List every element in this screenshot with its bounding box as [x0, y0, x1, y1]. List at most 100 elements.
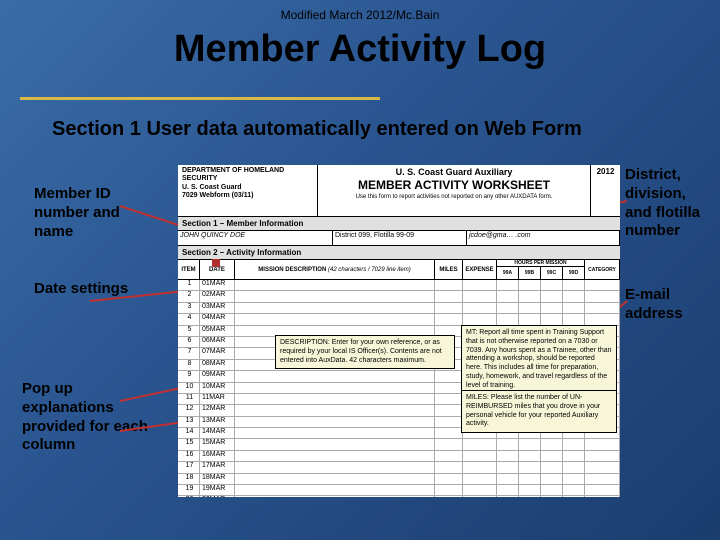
cell-miles[interactable] [435, 291, 463, 301]
cell-desc[interactable] [235, 417, 435, 427]
cell-miles[interactable] [435, 394, 463, 404]
district-flotilla-field[interactable]: District 099, Flotilla 99-09 [333, 231, 467, 245]
cell-miles[interactable] [435, 280, 463, 290]
cell-99a[interactable] [497, 474, 519, 484]
cell-99c[interactable] [541, 462, 563, 472]
cell-category[interactable] [585, 280, 620, 290]
table-row[interactable]: 2020MAR [178, 496, 620, 497]
cell-99b[interactable] [519, 439, 541, 449]
cell-99a[interactable] [497, 462, 519, 472]
cell-desc[interactable] [235, 428, 435, 438]
cell-category[interactable] [585, 485, 620, 495]
cell-99b[interactable] [519, 280, 541, 290]
cell-miles[interactable] [435, 383, 463, 393]
cell-category[interactable] [585, 291, 620, 301]
cell-date[interactable]: 07MAR [200, 348, 235, 358]
cell-expense[interactable] [463, 439, 497, 449]
cell-date[interactable]: 09MAR [200, 371, 235, 381]
cell-date[interactable]: 14MAR [200, 428, 235, 438]
year-field[interactable]: 2012 [590, 165, 620, 216]
popup-icon[interactable] [212, 259, 220, 267]
cell-99d[interactable] [563, 291, 585, 301]
cell-miles[interactable] [435, 314, 463, 324]
cell-99a[interactable] [497, 280, 519, 290]
table-row[interactable]: 303MAR [178, 303, 620, 314]
cell-date[interactable]: 19MAR [200, 485, 235, 495]
cell-expense[interactable] [463, 280, 497, 290]
cell-99d[interactable] [563, 439, 585, 449]
cell-expense[interactable] [463, 462, 497, 472]
cell-date[interactable]: 11MAR [200, 394, 235, 404]
cell-category[interactable] [585, 451, 620, 461]
cell-expense[interactable] [463, 496, 497, 497]
cell-date[interactable]: 05MAR [200, 326, 235, 336]
cell-99d[interactable] [563, 314, 585, 324]
cell-date[interactable]: 03MAR [200, 303, 235, 313]
cell-99c[interactable] [541, 451, 563, 461]
cell-desc[interactable] [235, 280, 435, 290]
cell-desc[interactable] [235, 383, 435, 393]
cell-miles[interactable] [435, 405, 463, 415]
cell-99c[interactable] [541, 280, 563, 290]
table-row[interactable]: 1515MAR [178, 439, 620, 450]
cell-date[interactable]: 12MAR [200, 405, 235, 415]
cell-date[interactable]: 10MAR [200, 383, 235, 393]
cell-99d[interactable] [563, 485, 585, 495]
cell-99b[interactable] [519, 485, 541, 495]
cell-date[interactable]: 16MAR [200, 451, 235, 461]
cell-desc[interactable] [235, 485, 435, 495]
cell-desc[interactable] [235, 303, 435, 313]
cell-category[interactable] [585, 462, 620, 472]
cell-desc[interactable] [235, 371, 435, 381]
cell-desc[interactable] [235, 291, 435, 301]
email-field[interactable]: jcdoe@gma… .com [467, 231, 620, 245]
cell-99a[interactable] [497, 291, 519, 301]
cell-99b[interactable] [519, 314, 541, 324]
cell-99b[interactable] [519, 462, 541, 472]
cell-desc[interactable] [235, 405, 435, 415]
cell-99c[interactable] [541, 485, 563, 495]
cell-99a[interactable] [497, 451, 519, 461]
table-row[interactable]: 1919MAR [178, 485, 620, 496]
table-row[interactable]: 1717MAR [178, 462, 620, 473]
cell-99b[interactable] [519, 291, 541, 301]
cell-miles[interactable] [435, 439, 463, 449]
cell-99d[interactable] [563, 303, 585, 313]
table-row[interactable]: 202MAR [178, 291, 620, 302]
cell-99c[interactable] [541, 496, 563, 497]
cell-expense[interactable] [463, 314, 497, 324]
cell-miles[interactable] [435, 371, 463, 381]
cell-desc[interactable] [235, 314, 435, 324]
cell-desc[interactable] [235, 462, 435, 472]
cell-99a[interactable] [497, 485, 519, 495]
cell-99c[interactable] [541, 303, 563, 313]
member-name-field[interactable]: JOHN QUINCY DOE [178, 231, 333, 245]
cell-date[interactable]: 20MAR [200, 496, 235, 497]
cell-expense[interactable] [463, 474, 497, 484]
cell-99a[interactable] [497, 314, 519, 324]
cell-99b[interactable] [519, 451, 541, 461]
cell-miles[interactable] [435, 474, 463, 484]
cell-99a[interactable] [497, 303, 519, 313]
cell-miles[interactable] [435, 485, 463, 495]
cell-date[interactable]: 08MAR [200, 360, 235, 370]
cell-99b[interactable] [519, 496, 541, 497]
cell-99a[interactable] [497, 496, 519, 497]
cell-date[interactable]: 06MAR [200, 337, 235, 347]
cell-date[interactable]: 15MAR [200, 439, 235, 449]
cell-expense[interactable] [463, 485, 497, 495]
cell-date[interactable]: 13MAR [200, 417, 235, 427]
cell-desc[interactable] [235, 394, 435, 404]
cell-desc[interactable] [235, 474, 435, 484]
cell-category[interactable] [585, 314, 620, 324]
cell-date[interactable]: 18MAR [200, 474, 235, 484]
cell-category[interactable] [585, 439, 620, 449]
cell-miles[interactable] [435, 303, 463, 313]
table-row[interactable]: 1616MAR [178, 451, 620, 462]
cell-99b[interactable] [519, 474, 541, 484]
cell-expense[interactable] [463, 291, 497, 301]
cell-99c[interactable] [541, 314, 563, 324]
cell-99d[interactable] [563, 451, 585, 461]
cell-99d[interactable] [563, 474, 585, 484]
cell-99a[interactable] [497, 439, 519, 449]
